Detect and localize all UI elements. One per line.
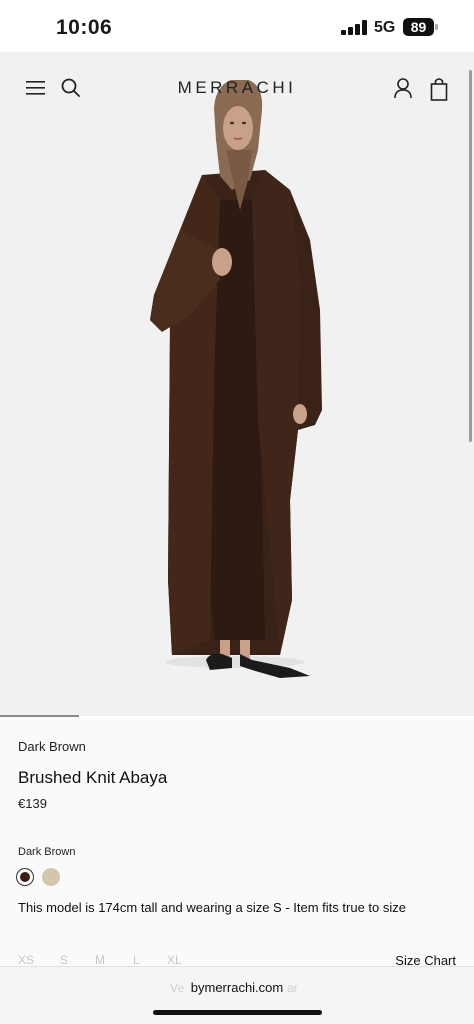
fit-note: This model is 174cm tall and wearing a s…: [18, 900, 406, 915]
size-option[interactable]: M: [95, 953, 105, 967]
status-bar: 10:06 5G 89: [0, 0, 474, 52]
url-text[interactable]: bymerrachi.com: [0, 980, 474, 995]
site-header: MERRACHI: [0, 52, 474, 124]
product-color-name: Dark Brown: [18, 739, 86, 754]
bag-icon[interactable]: [428, 76, 450, 102]
battery-cap: [435, 24, 438, 30]
account-icon[interactable]: [392, 77, 414, 101]
home-indicator[interactable]: [153, 1010, 322, 1015]
browser-address-bar[interactable]: Ve ar bymerrachi.com: [0, 966, 474, 1024]
model-photo: [150, 80, 322, 678]
size-option[interactable]: XL: [167, 953, 182, 967]
size-option[interactable]: S: [60, 953, 68, 967]
swatch-dark-brown[interactable]: [16, 868, 34, 886]
status-time: 10:06: [56, 16, 113, 39]
swatch-beige[interactable]: [42, 868, 60, 886]
network-type: 5G: [374, 19, 396, 36]
page-scrollbar[interactable]: [469, 70, 472, 442]
swatch-label: Dark Brown: [18, 846, 76, 858]
product-image-gallery[interactable]: MERRACHI: [0, 52, 474, 716]
product-title: Brushed Knit Abaya: [18, 768, 168, 787]
battery-icon: 89: [403, 18, 434, 36]
size-option[interactable]: XS: [18, 953, 34, 967]
size-option[interactable]: L: [133, 953, 140, 967]
product-price: €139: [18, 796, 47, 811]
signal-strength-icon: [341, 20, 367, 35]
